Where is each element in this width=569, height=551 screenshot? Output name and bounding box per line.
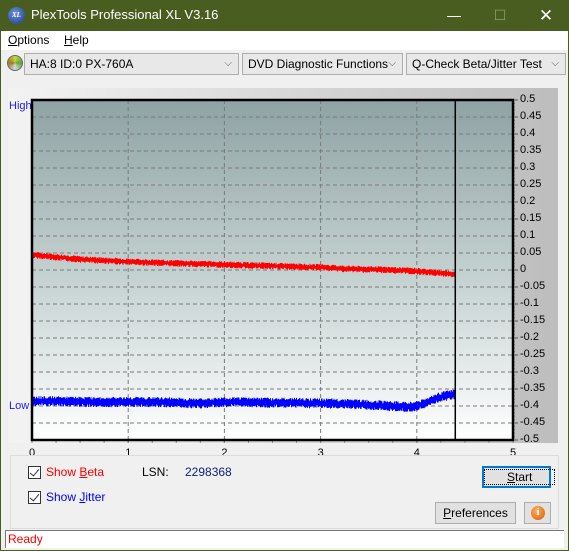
window-title: PlexTools Professional XL V3.16 [31,7,219,22]
menu-help[interactable]: Help [64,33,89,47]
y-tick-label: -0.05 [520,280,546,292]
y-tick-label: 0.4 [520,127,536,139]
function-select-value: DVD Diagnostic Functions [248,57,389,71]
test-select-value: Q-Check Beta/Jitter Test [412,57,542,71]
test-select[interactable]: Q-Check Beta/Jitter Test ⌵ [406,53,566,75]
start-button[interactable]: Start [482,466,556,488]
show-jitter-text: Show [46,490,80,504]
options-panel: Show Beta Show Jitter LSN: 2298368 Start… [10,455,559,529]
y-tick-label: -0.25 [520,348,546,360]
y-tick-label: 0.45 [520,110,542,122]
show-beta-text-rest: eta [87,465,105,479]
menu-options[interactable]: Options [8,33,49,47]
drive-select-value: HA:8 ID:0 PX-760A [30,57,134,71]
show-beta-text: Show [46,465,80,479]
menu-help-accel: H [64,33,73,47]
xl-logo-icon: XL [8,7,25,24]
start-button-label: Start [484,469,556,485]
y-tick-label: -0.2 [520,331,539,343]
y-tick-label: -0.45 [520,416,546,428]
lsn-label: LSN: [142,465,169,479]
y-tick-label: 0.15 [520,212,542,224]
y-tick-label: -0.35 [520,382,546,394]
chevron-down-icon: ⌵ [388,58,396,69]
title-bar: XL PlexTools Professional XL V3.16 — ☐ ✕ [0,0,569,31]
y-tick-label: 0.2 [520,195,536,207]
y-tick-label: 0.5 [520,93,536,105]
y-tick-label: 0.3 [520,161,536,173]
show-beta-label[interactable]: Show Beta [46,465,104,479]
y-tick-label: -0.15 [520,314,546,326]
disc-drive-icon [7,55,23,71]
menu-options-accel: O [8,33,18,47]
y-tick-label: -0.5 [520,433,539,445]
show-beta-checkbox[interactable] [28,466,41,479]
chevron-down-icon: ⌵ [551,58,559,69]
close-button[interactable]: ✕ [523,0,569,31]
menu-bar: Options Help [1,31,568,50]
chart-panel: High Low 0.5 0.45 0.4 0.35 0.3 0.25 0.2 0.15 0.1… [8,88,558,459]
preferences-rest: references [451,506,508,520]
start-rest: tart [515,470,533,484]
y-tick-label: 0.1 [520,229,536,241]
y-tick-label: 0 [520,263,527,275]
y-tick-label: 0.05 [520,246,542,258]
y-tick-label: -0.1 [520,297,539,309]
y-tick-label: 0.25 [520,178,542,190]
preferences-button[interactable]: Preferences [435,502,516,524]
info-button[interactable]: i [524,502,551,524]
y-tick-label: -0.3 [520,365,539,377]
start-accel: S [507,470,516,484]
function-select[interactable]: DVD Diagnostic Functions ⌵ [242,53,403,75]
y-tick-label: -0.4 [520,399,539,411]
status-bar: Ready [5,530,564,548]
preferences-accel: P [443,506,452,520]
minimize-button[interactable]: — [431,0,477,31]
chevron-down-icon: ⌵ [224,58,232,69]
show-jitter-checkbox[interactable] [28,491,41,504]
maximize-button[interactable]: ☐ [477,0,523,31]
show-jitter-text-rest: itter [85,490,106,504]
drive-select[interactable]: HA:8 ID:0 PX-760A ⌵ [24,53,239,75]
show-jitter-label[interactable]: Show Jitter [46,490,105,504]
client-area: Options Help HA:8 ID:0 PX-760A ⌵ DVD Dia… [1,31,568,550]
status-text: Ready [8,532,43,546]
menu-options-label: ptions [17,33,50,47]
info-icon: i [531,506,545,520]
beta-jitter-chart [30,98,518,443]
lsn-value: 2298368 [185,465,232,479]
y-tick-label: 0.35 [520,144,542,156]
menu-help-label: elp [72,33,89,47]
toolbar: HA:8 ID:0 PX-760A ⌵ DVD Diagnostic Funct… [1,50,568,79]
